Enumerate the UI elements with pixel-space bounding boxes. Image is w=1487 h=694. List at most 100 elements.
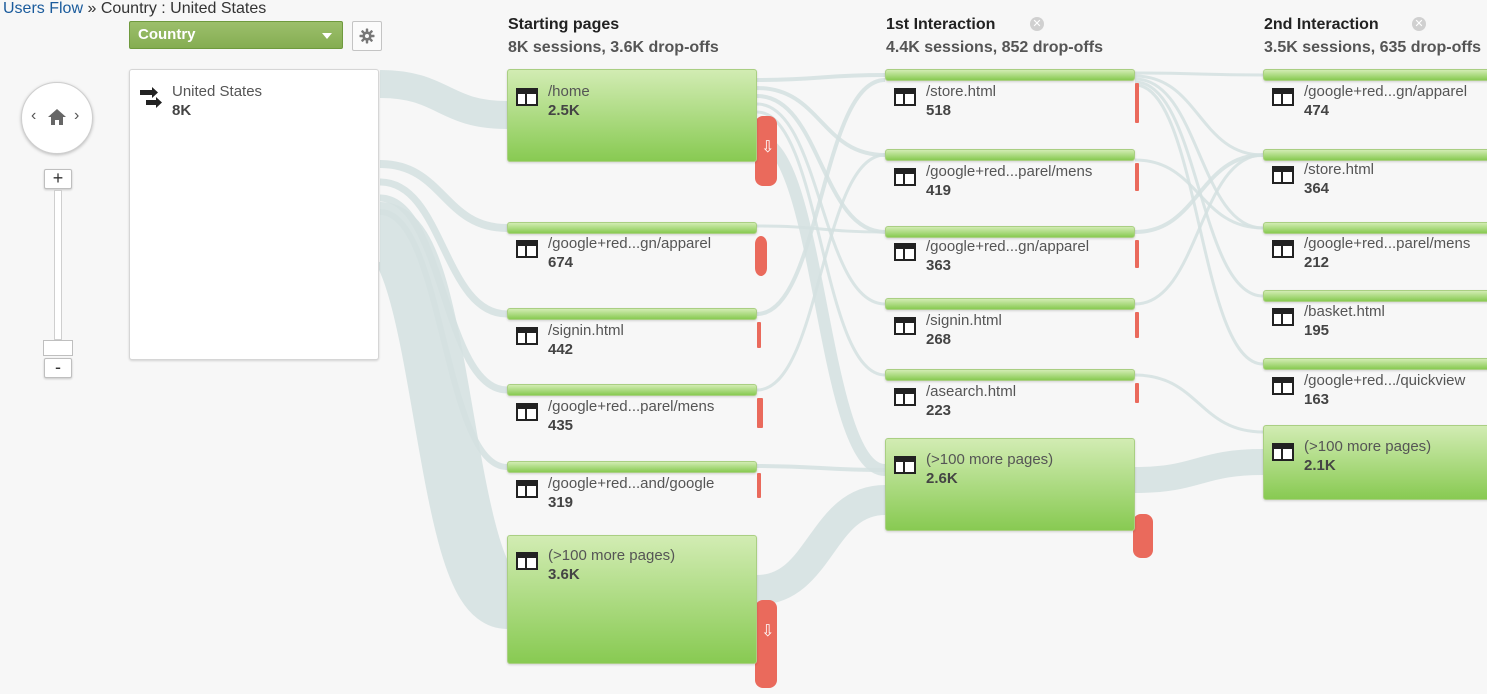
column-title: Starting pages [508,16,620,33]
node-count: 2.5K [548,102,580,119]
close-icon[interactable]: ✕ [1030,17,1044,31]
node-bar [885,226,1135,238]
flow-node[interactable]: /google+red...gn/apparel 363 [885,226,1135,286]
flow-node[interactable]: /google+red...parel/mens 435 [507,384,757,444]
node-count: 223 [926,402,952,419]
gear-icon [359,28,375,44]
node-count: 674 [548,254,574,271]
flow-node[interactable]: /store.html 364 [1263,149,1487,209]
home-icon[interactable] [46,107,68,127]
page-icon [1272,88,1294,106]
flow-node[interactable]: (>100 more pages) 2.1K [1263,425,1487,500]
node-label: /signin.html [548,322,624,339]
node-label: /google+red...gn/apparel [926,238,1090,255]
page-icon [894,168,916,186]
zoom-slider-track[interactable] [54,190,62,340]
node-label: /google+red...parel/mens [548,398,715,415]
column-title: 1st Interaction [886,16,996,33]
flow-node[interactable]: /google+red...parel/mens 419 [885,149,1135,209]
node-bar [1263,358,1487,370]
zoom-in-button[interactable]: + [44,169,72,189]
page-icon [1272,166,1294,184]
chevron-down-icon [322,33,332,39]
page-icon [894,456,916,474]
node-bar [885,298,1135,310]
node-bar [507,384,757,396]
page-icon [516,552,538,570]
flow-node[interactable]: /google+red...and/google 319 [507,461,757,521]
node-label: (>100 more pages) [1304,438,1432,455]
pan-left-button[interactable]: ‹ [31,107,36,125]
flow-node[interactable]: /home 2.5K [507,69,757,162]
flow-node[interactable]: /asearch.html 223 [885,369,1135,429]
node-label: /basket.html [1304,303,1385,320]
flow-node[interactable]: /store.html 518 [885,69,1135,129]
node-label: (>100 more pages) [926,451,1054,468]
flow-link [1134,158,1264,230]
node-bar [507,69,757,162]
dropoff-stream [1135,383,1139,403]
node-bar [507,222,757,234]
column-title: 2nd Interaction [1264,16,1379,33]
breadcrumb: Users Flow » Country : United States [3,0,266,18]
dropoff-stream [1133,514,1153,558]
column-subtitle: 8K sessions, 3.6K drop-offs [508,39,719,56]
flow-node[interactable]: /signin.html 442 [507,308,757,368]
page-icon [516,480,538,498]
column-subtitle: 3.5K sessions, 635 drop-offs [1264,39,1481,56]
node-bar [885,69,1135,81]
flow-node[interactable]: /signin.html 268 [885,298,1135,358]
page-icon [1272,240,1294,258]
node-count: 268 [926,331,952,348]
flow-node[interactable]: /google+red...parel/mens 212 [1263,222,1487,282]
page-icon [1272,308,1294,326]
node-count: 474 [1304,102,1330,119]
node-count: 2.6K [926,470,958,487]
dropoff-stream [1135,163,1139,191]
node-bar [1263,222,1487,234]
node-bar [1263,69,1487,81]
page-icon [516,403,538,421]
source-node-united-states[interactable]: United States 8K [129,69,379,360]
node-count: 518 [926,102,952,119]
page-icon [894,243,916,261]
dropoff-stream [757,473,761,498]
flow-node[interactable]: /google+red.../quickview 163 [1263,358,1487,418]
flow-node[interactable]: /basket.html 195 [1263,290,1487,350]
flow-node[interactable]: /google+red...gn/apparel 674 [507,222,757,282]
node-label: /asearch.html [926,383,1017,400]
node-bar [885,369,1135,381]
page-icon [516,327,538,345]
column-subtitle: 4.4K sessions, 852 drop-offs [886,39,1103,56]
settings-button[interactable] [352,21,382,51]
flow-link [369,202,518,629]
dimension-dropdown[interactable]: Country [129,21,343,49]
close-icon[interactable]: ✕ [1412,17,1426,31]
node-count: 3.6K [548,566,580,583]
pan-right-button[interactable]: › [74,107,79,125]
breadcrumb-current: Country : United States [100,0,267,17]
node-bar [1263,290,1487,302]
node-bar [885,149,1135,161]
breadcrumb-link-users-flow[interactable]: Users Flow [3,0,83,17]
node-label: /signin.html [926,312,1002,329]
flow-link [379,70,508,129]
column-header-starting-pages: Starting pages 8K sessions, 3.6K drop-of… [508,16,719,57]
node-label: /google+red.../quickview [1304,372,1466,389]
dropoff-stream [1135,312,1139,338]
zoom-out-button[interactable]: - [44,358,72,378]
dropoff-stream [1135,83,1139,123]
dropoff-stream [755,600,777,688]
flow-node[interactable]: /google+red...gn/apparel 474 [1263,69,1487,129]
flow-node[interactable]: (>100 more pages) 2.6K [885,438,1135,531]
node-label: /google+red...gn/apparel [1304,83,1468,100]
page-icon [1272,377,1294,395]
node-label: /google+red...and/google [548,475,715,492]
breadcrumb-separator: » [83,0,101,17]
page-icon [894,317,916,335]
page-icon [894,388,916,406]
flow-node[interactable]: (>100 more pages) 3.6K [507,535,757,664]
node-bar [1263,425,1487,500]
zoom-slider-handle[interactable] [43,340,73,356]
dropoff-stream [757,398,763,428]
